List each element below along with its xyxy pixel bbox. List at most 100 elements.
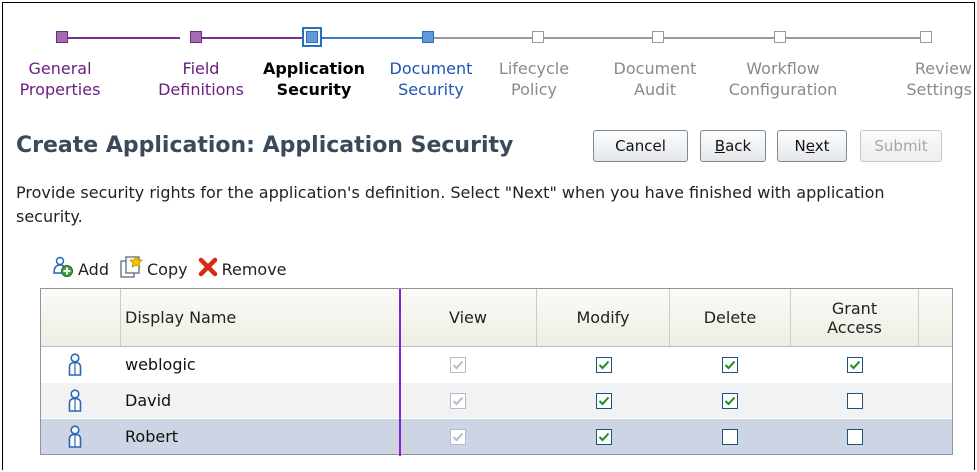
train-stop-workflow-configuration-icon — [774, 31, 786, 43]
train-line — [202, 37, 302, 39]
submit-button: Submit — [860, 130, 942, 162]
train-line — [544, 37, 652, 39]
train-stop-document-audit: Document Audit — [603, 58, 707, 100]
delete-checkbox[interactable] — [722, 428, 738, 445]
add-button[interactable]: Add — [52, 256, 109, 282]
cancel-button[interactable]: Cancel — [593, 130, 688, 162]
table-row[interactable]: Robert — [41, 419, 952, 454]
delete-cell — [722, 347, 738, 382]
back-button[interactable]: Back — [700, 130, 766, 162]
modify-checkbox[interactable] — [596, 356, 612, 373]
remove-button-label: Remove — [221, 259, 287, 279]
train-stop-label-line2: Definitions — [158, 80, 244, 99]
row-display-name: David — [125, 391, 172, 410]
train-stop-label-line1: Lifecycle — [498, 59, 570, 78]
train-stop-label-line2: Settings — [906, 80, 972, 99]
view-checkbox — [450, 428, 466, 445]
train-stop-application-security-icon — [302, 27, 322, 47]
train-navigation: General Properties Field Definitions App… — [0, 0, 977, 120]
row-display-name: weblogic — [125, 355, 196, 374]
column-header-modify-label: Modify — [576, 308, 630, 327]
train-line — [786, 37, 920, 39]
add-user-icon — [52, 256, 74, 282]
train-stop-label-line1: Field — [182, 59, 220, 78]
train-stop-lifecycle-policy: Lifecycle Policy — [482, 58, 586, 100]
row-display-name: Robert — [125, 427, 179, 446]
train-stop-document-security[interactable]: Document Security — [376, 58, 486, 100]
page-title: Create Application: Application Security — [16, 133, 514, 158]
security-table: Display Name View Modify Delete Grant Ac… — [40, 288, 953, 456]
delete-cell — [722, 419, 738, 454]
column-header-modify[interactable]: Modify — [537, 289, 670, 346]
table-header: Display Name View Modify Delete Grant Ac… — [41, 289, 952, 347]
train-stop-label-line1: General — [28, 59, 92, 78]
remove-x-icon — [198, 257, 218, 281]
train-stop-application-security: Application Security — [252, 58, 376, 100]
train-stop-label-line2: Properties — [19, 80, 101, 99]
modify-cell — [596, 383, 612, 418]
train-stop-general-properties[interactable]: General Properties — [0, 58, 124, 100]
copy-icon — [119, 255, 143, 283]
modify-cell — [596, 419, 612, 454]
add-button-label: Add — [78, 259, 109, 279]
delete-checkbox[interactable] — [722, 356, 738, 373]
train-stop-review-settings: Review Settings — [872, 58, 972, 100]
view-cell — [450, 383, 466, 418]
copy-button-label: Copy — [146, 259, 188, 279]
next-button-label: Next — [794, 137, 830, 155]
train-stop-label-line2: Policy — [510, 80, 558, 99]
train-line — [68, 37, 180, 39]
back-button-label: Back — [714, 137, 752, 155]
table-row[interactable]: weblogic — [41, 347, 952, 382]
delete-cell — [722, 383, 738, 418]
train-stop-document-audit-icon — [652, 31, 664, 43]
page-description: Provide security rights for the applicat… — [16, 183, 885, 226]
view-checkbox — [450, 356, 466, 373]
copy-button[interactable]: Copy — [119, 255, 188, 283]
grant-cell — [847, 419, 863, 454]
user-icon — [67, 383, 83, 418]
train-line — [664, 37, 774, 39]
train-stop-review-settings-icon — [920, 31, 932, 43]
column-header-display-name[interactable]: Display Name — [121, 289, 400, 346]
column-header-display-name-label: Display Name — [125, 308, 237, 327]
train-stop-general-properties-icon[interactable] — [56, 31, 68, 43]
grant-checkbox[interactable] — [847, 356, 863, 373]
train-stop-label-line1: Document — [613, 59, 697, 78]
train-stop-label-line2: Security — [398, 80, 464, 99]
grant-cell — [847, 383, 863, 418]
train-stop-document-security-icon[interactable] — [422, 31, 434, 43]
train-stop-label-line1: Review — [914, 59, 972, 78]
column-header-grant-access[interactable]: Grant Access — [791, 289, 919, 346]
train-stop-workflow-configuration: Workflow Configuration — [713, 58, 853, 100]
next-button[interactable]: Next — [777, 130, 847, 162]
modify-checkbox[interactable] — [596, 392, 612, 409]
table-row[interactable]: David — [41, 383, 952, 418]
view-cell — [450, 347, 466, 382]
column-resize-handle[interactable] — [399, 289, 401, 456]
train-stop-field-definitions[interactable]: Field Definitions — [141, 58, 261, 100]
grant-checkbox[interactable] — [847, 428, 863, 445]
column-header-view-label: View — [449, 308, 487, 327]
train-stop-lifecycle-policy-icon — [532, 31, 544, 43]
view-checkbox — [450, 392, 466, 409]
cancel-button-label: Cancel — [615, 137, 666, 155]
user-icon — [67, 347, 83, 382]
train-stop-label-line2: Audit — [634, 80, 676, 99]
train-stop-label-line2: Configuration — [728, 80, 838, 99]
grant-checkbox[interactable] — [847, 392, 863, 409]
remove-button[interactable]: Remove — [198, 257, 287, 281]
train-stop-field-definitions-icon[interactable] — [190, 31, 202, 43]
column-header-grant-access-label: Grant Access — [827, 298, 882, 337]
delete-checkbox[interactable] — [722, 392, 738, 409]
column-header-view[interactable]: View — [400, 289, 537, 346]
column-header-delete-label: Delete — [703, 308, 757, 327]
train-stop-label-line1: Workflow — [746, 59, 820, 78]
submit-button-label: Submit — [874, 137, 928, 155]
grant-cell — [847, 347, 863, 382]
column-header-delete[interactable]: Delete — [670, 289, 791, 346]
train-line — [321, 37, 422, 39]
column-header-icon — [41, 289, 121, 346]
modify-checkbox[interactable] — [596, 428, 612, 445]
train-stop-label-line2: Security — [276, 80, 352, 99]
